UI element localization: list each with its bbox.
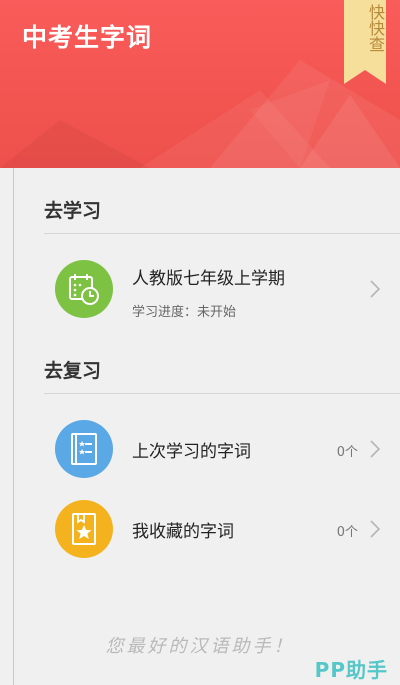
quick-search-button[interactable]: 快快查	[344, 0, 386, 84]
calendar-clock-icon	[55, 260, 113, 318]
review-item-label: 我收藏的字词	[132, 522, 234, 542]
star-book-icon	[55, 500, 113, 558]
study-section-title: 去学习	[44, 200, 102, 222]
watermark-logo: PP助手	[314, 658, 388, 682]
review-item-count: 0个	[336, 525, 358, 540]
notebook-list-icon	[55, 420, 113, 478]
chevron-right-icon	[370, 440, 380, 458]
divider	[44, 393, 400, 394]
study-item-label: 人教版七年级上学期	[132, 269, 285, 289]
quick-search-label: 快快查	[366, 4, 385, 52]
review-item-last-study[interactable]: 上次学习的字词 0个	[44, 410, 400, 486]
divider	[44, 233, 400, 234]
review-item-count: 0个	[336, 445, 358, 460]
review-item-label: 上次学习的字词	[132, 442, 251, 462]
review-section-title: 去复习	[44, 360, 102, 382]
chevron-right-icon	[370, 280, 380, 298]
app-header: 中考生字词 快快查	[0, 0, 400, 168]
study-progress-text: 学习进度：未开始	[132, 305, 237, 320]
study-item-grade7[interactable]: 人教版七年级上学期 学习进度：未开始	[44, 250, 400, 326]
review-item-favorites[interactable]: 我收藏的字词 0个	[44, 490, 400, 566]
app-title: 中考生字词	[22, 23, 153, 52]
left-rule	[13, 168, 14, 685]
chevron-right-icon	[370, 520, 380, 538]
